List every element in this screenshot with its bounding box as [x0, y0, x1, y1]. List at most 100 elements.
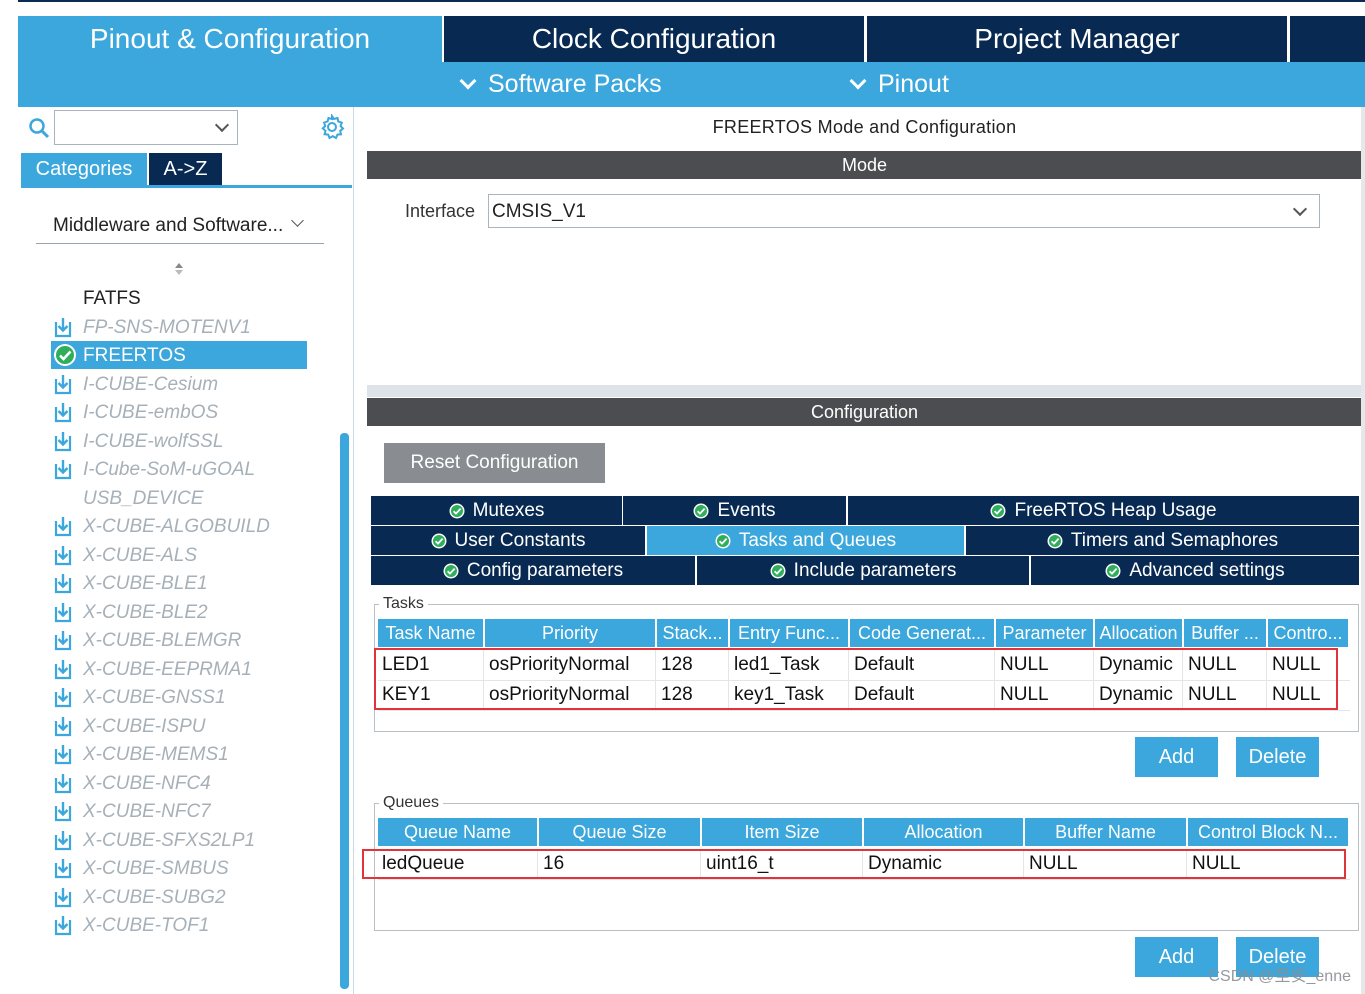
- column-header[interactable]: Stack...: [657, 619, 728, 647]
- column-header[interactable]: Priority: [485, 619, 655, 647]
- interface-select[interactable]: CMSIS_V1: [488, 194, 1320, 228]
- list-item-label: X-CUBE-SUBG2: [83, 887, 226, 908]
- download-icon[interactable]: [53, 572, 73, 594]
- config-tab-tasks-and-queues[interactable]: Tasks and Queues: [647, 526, 964, 555]
- download-icon[interactable]: [53, 886, 73, 908]
- queues-group-label: Queues: [379, 794, 444, 812]
- search-input[interactable]: [54, 110, 238, 145]
- download-icon[interactable]: [53, 686, 73, 708]
- download-icon[interactable]: [53, 401, 73, 423]
- list-item[interactable]: I-CUBE-Cesium: [51, 370, 307, 398]
- right-scrollbar[interactable]: [1361, 107, 1365, 994]
- software-packs-menu[interactable]: Software Packs: [459, 70, 662, 99]
- list-item[interactable]: X-CUBE-TOF1: [51, 911, 307, 939]
- config-tab-label: Advanced settings: [1129, 559, 1285, 581]
- column-header[interactable]: Contro...: [1268, 619, 1348, 647]
- config-tab-freertos-heap-usage[interactable]: FreeRTOS Heap Usage: [848, 496, 1359, 525]
- download-icon[interactable]: [53, 800, 73, 822]
- tab-clock-configuration[interactable]: Clock Configuration: [444, 16, 864, 62]
- column-header[interactable]: Control Block N...: [1188, 818, 1348, 846]
- config-tab-mutexes[interactable]: Mutexes: [371, 496, 622, 525]
- config-tab-events[interactable]: Events: [623, 496, 846, 525]
- column-header[interactable]: Entry Func...: [730, 619, 848, 647]
- reset-configuration-button[interactable]: Reset Configuration: [384, 443, 605, 483]
- config-tab-timers-and-semaphores[interactable]: Timers and Semaphores: [966, 526, 1359, 555]
- tab-a-z[interactable]: A->Z: [149, 153, 222, 185]
- list-item[interactable]: X-CUBE-ALS: [51, 541, 307, 569]
- column-header[interactable]: Buffer Name: [1025, 818, 1186, 846]
- list-item[interactable]: X-CUBE-GNSS1: [51, 683, 307, 711]
- config-tab-include-parameters[interactable]: Include parameters: [697, 556, 1029, 585]
- sort-icon[interactable]: [173, 260, 185, 278]
- column-header[interactable]: Parameter: [996, 619, 1093, 647]
- list-item[interactable]: FREERTOS: [51, 341, 307, 369]
- list-item[interactable]: FP-SNS-MOTENV1: [51, 313, 307, 341]
- list-item-label: X-CUBE-TOF1: [83, 915, 210, 936]
- list-item[interactable]: X-CUBE-NFC4: [51, 769, 307, 797]
- download-icon[interactable]: [53, 458, 73, 480]
- list-item[interactable]: X-CUBE-BLE2: [51, 598, 307, 626]
- list-item[interactable]: X-CUBE-EEPRMA1: [51, 655, 307, 683]
- panel-divider[interactable]: [367, 385, 1362, 397]
- list-item[interactable]: X-CUBE-ISPU: [51, 712, 307, 740]
- row-divider: [378, 879, 1350, 880]
- download-icon[interactable]: [53, 857, 73, 879]
- list-item[interactable]: USB_DEVICE: [51, 484, 307, 512]
- config-tab-advanced-settings[interactable]: Advanced settings: [1031, 556, 1359, 585]
- column-header[interactable]: Buffer ...: [1184, 619, 1266, 647]
- scrollbar-thumb[interactable]: [340, 433, 349, 989]
- download-icon[interactable]: [53, 316, 73, 338]
- list-item[interactable]: X-CUBE-NFC7: [51, 797, 307, 825]
- list-item-label: X-CUBE-NFC7: [83, 801, 211, 822]
- config-tab-user-constants[interactable]: User Constants: [371, 526, 645, 555]
- list-item[interactable]: I-CUBE-wolfSSL: [51, 427, 307, 455]
- download-icon[interactable]: [53, 772, 73, 794]
- list-item[interactable]: I-CUBE-embOS: [51, 398, 307, 426]
- config-tab-config-parameters[interactable]: Config parameters: [371, 556, 695, 585]
- list-item[interactable]: X-CUBE-MEMS1: [51, 740, 307, 768]
- tab-project-manager[interactable]: Project Manager: [867, 16, 1287, 62]
- tab-tools[interactable]: [1290, 16, 1365, 62]
- download-icon[interactable]: [53, 914, 73, 936]
- gear-icon[interactable]: [319, 114, 345, 140]
- delete-task-button[interactable]: Delete: [1236, 737, 1319, 777]
- tab-categories[interactable]: Categories: [21, 153, 147, 185]
- download-icon[interactable]: [53, 515, 73, 537]
- column-header[interactable]: Code Generat...: [850, 619, 994, 647]
- list-item-label: X-CUBE-BLE1: [83, 573, 208, 594]
- download-icon[interactable]: [53, 829, 73, 851]
- download-icon[interactable]: [53, 715, 73, 737]
- chevron-down-icon[interactable]: [214, 117, 230, 133]
- list-item[interactable]: X-CUBE-SMBUS: [51, 854, 307, 882]
- list-item[interactable]: X-CUBE-SFXS2LP1: [51, 826, 307, 854]
- download-icon[interactable]: [53, 373, 73, 395]
- download-icon[interactable]: [53, 658, 73, 680]
- download-icon[interactable]: [53, 430, 73, 452]
- check-circle-icon: [693, 503, 709, 518]
- download-icon[interactable]: [53, 743, 73, 765]
- add-task-button[interactable]: Add: [1135, 737, 1218, 777]
- download-icon[interactable]: [53, 629, 73, 651]
- column-header[interactable]: Task Name: [378, 619, 483, 647]
- tab-pinout-configuration[interactable]: Pinout & Configuration: [18, 16, 442, 62]
- interface-label: Interface: [405, 201, 476, 221]
- column-header[interactable]: Queue Name: [378, 818, 537, 846]
- list-item[interactable]: X-CUBE-BLEMGR: [51, 626, 307, 654]
- pinout-menu[interactable]: Pinout: [849, 70, 949, 99]
- column-header[interactable]: Queue Size: [539, 818, 700, 846]
- column-header[interactable]: Allocation: [864, 818, 1023, 846]
- add-queue-button[interactable]: Add: [1135, 937, 1218, 977]
- list-item[interactable]: X-CUBE-ALGOBUILD: [51, 512, 307, 540]
- column-header[interactable]: Item Size: [702, 818, 862, 846]
- column-header[interactable]: Allocation: [1095, 619, 1182, 647]
- list-item[interactable]: X-CUBE-BLE1: [51, 569, 307, 597]
- categories-panel: Categories A->Z Middleware and Software.…: [18, 107, 354, 994]
- category-dropdown[interactable]: Middleware and Software...: [36, 210, 324, 244]
- list-item[interactable]: I-Cube-SoM-uGOAL: [51, 455, 307, 483]
- list-item[interactable]: X-CUBE-SUBG2: [51, 883, 307, 911]
- page-title: FREERTOS Mode and Configuration: [712, 117, 1017, 137]
- download-icon[interactable]: [53, 601, 73, 623]
- download-icon[interactable]: [53, 544, 73, 566]
- search-icon[interactable]: [28, 117, 50, 139]
- list-item[interactable]: FATFS: [51, 284, 307, 312]
